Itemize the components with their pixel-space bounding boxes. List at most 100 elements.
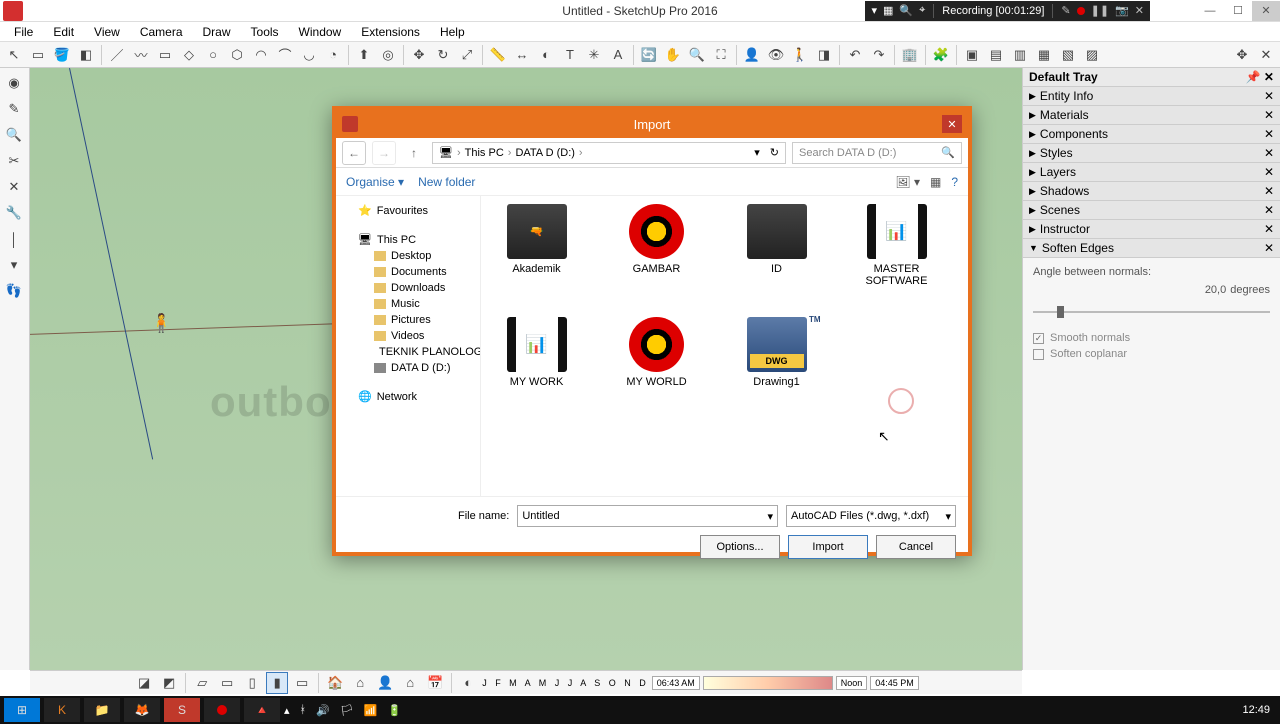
tree-downloads[interactable]: Downloads (340, 280, 476, 296)
panel-scenes[interactable]: ▶Scenes✕ (1023, 201, 1280, 220)
menu-help[interactable]: Help (432, 23, 473, 41)
close-button[interactable]: ✕ (1252, 1, 1280, 21)
pie-tool[interactable]: ◔ (322, 44, 344, 66)
vtool-8[interactable]: ▾ (2, 253, 26, 277)
start-button[interactable]: ⊞ (4, 698, 40, 722)
crumb-1[interactable]: This PC (465, 147, 504, 159)
position-camera-tool[interactable]: 👤 (741, 44, 763, 66)
soften-coplanar-checkbox[interactable]: Soften coplanar (1033, 348, 1270, 360)
axes-tool[interactable]: ✳ (583, 44, 605, 66)
3dtext-tool[interactable]: A (607, 44, 629, 66)
task-explorer[interactable]: 📁 (84, 698, 120, 722)
help-button[interactable]: ? (951, 175, 958, 189)
options-button[interactable]: Options... (700, 535, 780, 559)
rec-grid-icon[interactable]: ▦ (883, 4, 893, 17)
item-id[interactable]: ID (729, 204, 824, 287)
select-tool[interactable]: ↖ (3, 44, 25, 66)
crumb-dropdown-icon[interactable]: ▾ (754, 146, 760, 159)
tree-thispc[interactable]: 🖥 This PC (340, 231, 476, 248)
offset-tool[interactable]: ◎ (377, 44, 399, 66)
shadow-tool-1[interactable]: ◪ (133, 672, 155, 694)
rec-magnify-icon[interactable]: 🔍 (899, 4, 913, 17)
dialog-titlebar[interactable]: Import ✕ (336, 110, 968, 138)
maximize-button[interactable]: ☐ (1224, 1, 1252, 21)
task-recorder[interactable] (204, 698, 240, 722)
view-front[interactable]: ▯ (241, 672, 263, 694)
dimension-tool[interactable]: ↔ (511, 44, 533, 66)
recording-panel[interactable]: ▾ ▦ 🔍 ⌖ Recording [00:01:29] ✎ ❚❚ 📷 ✕ (865, 1, 1150, 21)
solid-tool-1[interactable]: ▣ (961, 44, 983, 66)
battery-icon[interactable]: 🔋 (388, 704, 402, 717)
refresh-icon[interactable]: ↻ (770, 146, 779, 159)
vtool-2[interactable]: ✎ (2, 97, 26, 121)
solid-tool-5[interactable]: ▧ (1057, 44, 1079, 66)
freehand-tool[interactable]: 〰 (130, 44, 152, 66)
tree-desktop[interactable]: Desktop (340, 248, 476, 264)
move-tool[interactable]: ✥ (408, 44, 430, 66)
vtool-4[interactable]: ✂ (2, 149, 26, 173)
view-right[interactable]: ▮ (266, 672, 288, 694)
view-top[interactable]: ▭ (216, 672, 238, 694)
rotate-tool[interactable]: ↻ (432, 44, 454, 66)
panel-shadows[interactable]: ▶Shadows✕ (1023, 182, 1280, 201)
tree-datad[interactable]: DATA D (D:) (340, 360, 476, 376)
nav-tree[interactable]: ⭐ Favourites 🖥 This PC Desktop Documents… (336, 196, 481, 496)
tree-music[interactable]: Music (340, 296, 476, 312)
text-tool[interactable]: T (559, 44, 581, 66)
shadow-toggle[interactable]: ◐ (457, 672, 479, 694)
right-tool-1[interactable]: ✥ (1231, 44, 1253, 66)
arc3-tool[interactable]: ◡ (298, 44, 320, 66)
crumb-2[interactable]: DATA D (D:) (515, 147, 574, 159)
tray-header[interactable]: Default Tray 📌 ✕ (1023, 68, 1280, 87)
extension-tool[interactable]: 🧩 (930, 44, 952, 66)
pushpull-tool[interactable]: ⬆ (353, 44, 375, 66)
circle-tool[interactable]: ○ (202, 44, 224, 66)
polygon-tool[interactable]: ⬡ (226, 44, 248, 66)
solid-tool-6[interactable]: ▨ (1081, 44, 1103, 66)
organise-button[interactable]: Organise ▾ (346, 175, 404, 189)
task-app-2[interactable]: 🔺 (244, 698, 280, 722)
volume-icon[interactable]: 🔊 (316, 704, 330, 717)
protractor-tool[interactable]: ◐ (535, 44, 557, 66)
item-my-work[interactable]: MY WORK (489, 317, 584, 388)
search-input[interactable]: Search DATA D (D:) 🔍 (792, 142, 962, 164)
tree-pictures[interactable]: Pictures (340, 312, 476, 328)
task-app-1[interactable]: K (44, 698, 80, 722)
action-icon[interactable]: 🏳 (340, 704, 354, 717)
zoom-extents-tool[interactable]: ⛶ (710, 44, 732, 66)
angle-slider[interactable] (1033, 302, 1270, 322)
rec-pause-icon[interactable]: ❚❚ (1091, 4, 1109, 17)
warehouse-tool[interactable]: 🏢 (899, 44, 921, 66)
section-tool[interactable]: ◨ (813, 44, 835, 66)
tree-documents[interactable]: Documents (340, 264, 476, 280)
rotated-rect-tool[interactable]: ◇ (178, 44, 200, 66)
component-tool[interactable]: ▭ (27, 44, 49, 66)
tree-network[interactable]: 🌐 Network (340, 388, 476, 405)
menu-window[interactable]: Window (291, 23, 350, 41)
walk-tool-2[interactable]: 🏠 (324, 672, 346, 694)
rec-menu-icon[interactable]: ▾ (871, 4, 877, 17)
vtool-9[interactable]: 👣 (2, 279, 26, 303)
filename-input[interactable]: Untitled▾ (517, 505, 778, 527)
tree-teknik[interactable]: TEKNIK PLANOLOGI (340, 344, 476, 360)
pan-tool[interactable]: ✋ (662, 44, 684, 66)
item-akademik[interactable]: 🔫Akademik (489, 204, 584, 287)
right-tool-close[interactable]: ✕ (1255, 44, 1277, 66)
view-mode-button[interactable]: 🖼 ▾ (895, 175, 920, 189)
vtool-1[interactable]: ◉ (2, 71, 26, 95)
rectangle-tool[interactable]: ▭ (154, 44, 176, 66)
rec-camera-icon[interactable]: 📷 (1115, 4, 1129, 17)
systray[interactable]: ▴ ᚼ 🔊 🏳 📶 🔋 (284, 704, 401, 717)
arc-tool[interactable]: ◠ (250, 44, 272, 66)
shadow-tool-2[interactable]: ◩ (158, 672, 180, 694)
panel-entity-info[interactable]: ▶Entity Info✕ (1023, 87, 1280, 106)
menu-draw[interactable]: Draw (195, 23, 239, 41)
vtool-3[interactable]: 🔍 (2, 123, 26, 147)
task-firefox[interactable]: 🦊 (124, 698, 160, 722)
rec-edit-icon[interactable]: ✎ (1061, 4, 1070, 17)
orbit-tool[interactable]: 🔄 (638, 44, 660, 66)
taskbar-clock[interactable]: 12:49 (1242, 704, 1276, 716)
menu-extensions[interactable]: Extensions (353, 23, 428, 41)
solid-tool-3[interactable]: ▥ (1009, 44, 1031, 66)
view-iso[interactable]: ▱ (191, 672, 213, 694)
